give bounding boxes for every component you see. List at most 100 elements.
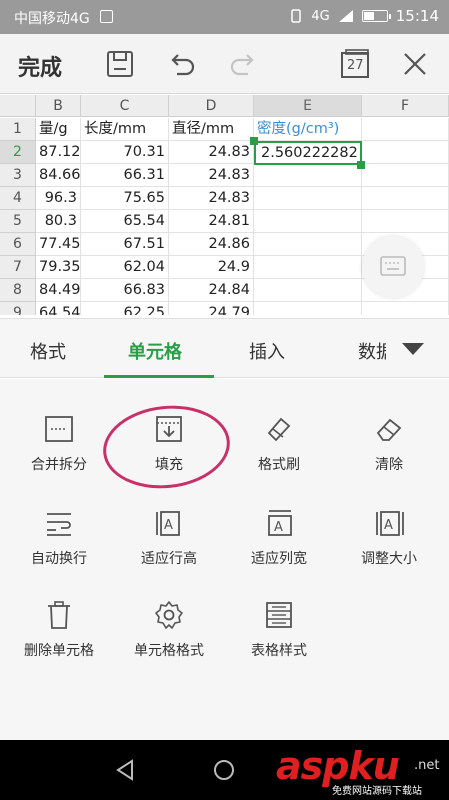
delete-cell-label: 删除单元格 (24, 643, 94, 659)
corner-header[interactable] (0, 95, 36, 117)
sheet-cell-b6[interactable]: 77.45 (36, 233, 81, 256)
tab-data[interactable]: 数据 (358, 338, 386, 364)
sheet-cell-b5[interactable]: 80.3 (36, 210, 81, 233)
sheet-cell-c8[interactable]: 66.83 (81, 279, 169, 302)
column-header-c[interactable]: C (81, 95, 169, 117)
sheet-cell-b3[interactable]: 84.66 (36, 164, 81, 187)
sheet-cell-b1[interactable]: 量/g (36, 118, 81, 141)
resize-button[interactable]: A 调整大小 (334, 507, 444, 587)
svg-text:A: A (164, 518, 173, 533)
sheet-cell-d3[interactable]: 24.83 (169, 164, 254, 187)
sheet-cell-b8[interactable]: 84.49 (36, 279, 81, 302)
sheet-cell-f4[interactable] (362, 187, 449, 210)
undo-icon[interactable] (165, 47, 199, 81)
sheet-cell-c5[interactable]: 65.54 (81, 210, 169, 233)
column-header-e[interactable]: E (254, 95, 362, 117)
row-header[interactable]: 6 (0, 233, 36, 256)
tab-format[interactable]: 格式 (30, 338, 66, 364)
clear-button[interactable]: 清除 (334, 413, 444, 493)
sheet-cell-d9[interactable]: 24.79 (169, 302, 254, 315)
sheet-cell-e9[interactable] (254, 302, 362, 315)
carrier-label: 中国移动4G (14, 11, 90, 27)
row-header[interactable]: 4 (0, 187, 36, 210)
selection-handle-bottom[interactable] (357, 161, 365, 169)
fit-row-height-button[interactable]: A 适应行高 (114, 507, 224, 587)
tab-insert[interactable]: 插入 (249, 338, 285, 364)
sheet-cell-d5[interactable]: 24.81 (169, 210, 254, 233)
selection-handle-top[interactable] (250, 137, 258, 145)
floating-keyboard-button[interactable] (362, 236, 424, 298)
sheet-cell-c9[interactable]: 62.25 (81, 302, 169, 315)
battery-icon (361, 10, 391, 22)
cell-format-button[interactable]: 单元格格式 (114, 599, 224, 679)
resize-icon: A (376, 511, 404, 536)
chevron-down-icon[interactable] (402, 343, 424, 355)
sheet-cell-c4[interactable]: 75.65 (81, 187, 169, 210)
shake-icon (291, 9, 302, 23)
sheet-cell-c3[interactable]: 66.31 (81, 164, 169, 187)
wrap-text-icon (47, 513, 71, 536)
sheet-cell-b4[interactable]: 96.3 (36, 187, 81, 210)
row-header[interactable]: 1 (0, 118, 36, 141)
row-header[interactable]: 8 (0, 279, 36, 302)
sheet-cell-b2[interactable]: 87.12 (36, 141, 81, 164)
sheet-cell-c1[interactable]: 长度/mm (81, 118, 169, 141)
sheet-cell-e1[interactable]: 密度(g/cm³) (254, 118, 362, 141)
sheet-cell-c2[interactable]: 70.31 (81, 141, 169, 164)
gallery-notification-icon (100, 10, 113, 23)
sheet-cell-e3[interactable] (254, 164, 362, 187)
row-header[interactable]: 9 (0, 302, 36, 315)
done-button[interactable]: 完成 (18, 50, 62, 82)
sheet-cell-d6[interactable]: 24.86 (169, 233, 254, 256)
row-header[interactable]: 7 (0, 256, 36, 279)
sheet-cell-f1[interactable] (362, 118, 449, 141)
selected-cell-e2[interactable]: 2.560222282 (254, 141, 362, 165)
table-style-button[interactable]: 表格样式 (224, 599, 334, 679)
redo-icon[interactable] (226, 47, 260, 81)
sheet-cell-e5[interactable] (254, 210, 362, 233)
sheet-cell-e6[interactable] (254, 233, 362, 256)
sheet-cell-f9[interactable] (362, 302, 449, 315)
delete-cell-button[interactable]: 删除单元格 (4, 599, 114, 679)
sheet-cell-d4[interactable]: 24.83 (169, 187, 254, 210)
paintbrush-icon (267, 417, 291, 442)
merge-cells-icon (45, 416, 73, 442)
row-height-icon: A (156, 511, 180, 536)
tab-cell[interactable]: 单元格 (128, 338, 182, 364)
sheet-cell-d2[interactable]: 24.83 (169, 141, 254, 164)
sheet-cell-e7[interactable] (254, 256, 362, 279)
merge-split-button[interactable]: 合并拆分 (4, 413, 114, 493)
auto-wrap-button[interactable]: 自动换行 (4, 507, 114, 587)
sheet-cell-d8[interactable]: 24.84 (169, 279, 254, 302)
back-icon[interactable] (113, 758, 137, 782)
column-header-f[interactable]: F (362, 95, 449, 117)
sheet-cell-b7[interactable]: 79.35 (36, 256, 81, 279)
trash-icon (48, 601, 70, 629)
column-header-d[interactable]: D (169, 95, 254, 117)
sheet-cell-d1[interactable]: 直径/mm (169, 118, 254, 141)
sheet-cell-f2[interactable] (362, 141, 449, 164)
sheet-cell-d7[interactable]: 24.9 (169, 256, 254, 279)
sheet-cell-f5[interactable] (362, 210, 449, 233)
home-icon[interactable] (212, 758, 236, 782)
sheet-cell-c7[interactable]: 62.04 (81, 256, 169, 279)
row-header[interactable]: 3 (0, 164, 36, 187)
sheet-cell-b9[interactable]: 64.54 (36, 302, 81, 315)
calendar-icon[interactable]: 27 (339, 48, 371, 80)
column-header-b[interactable]: B (36, 95, 81, 117)
fit-column-width-button[interactable]: A 适应列宽 (224, 507, 334, 587)
row-header[interactable]: 5 (0, 210, 36, 233)
row-header[interactable]: 2 (0, 141, 36, 164)
sheet-cell-e4[interactable] (254, 187, 362, 210)
format-painter-button[interactable]: 格式刷 (224, 413, 334, 493)
close-icon[interactable] (398, 47, 432, 81)
sheet-cell-f3[interactable] (362, 164, 449, 187)
svg-text:A: A (384, 518, 393, 533)
save-icon[interactable] (103, 47, 137, 81)
calendar-day-label: 27 (347, 58, 364, 73)
gear-icon (155, 601, 183, 629)
watermark: aspku .net 免费网站源码下载站 (276, 744, 446, 798)
sheet-cell-c6[interactable]: 67.51 (81, 233, 169, 256)
spreadsheet-grid[interactable]: B C D E F 1 量/g 长度/mm 直径/mm 密度(g/cm³) 2 87.12 7… (0, 95, 449, 315)
sheet-cell-e8[interactable] (254, 279, 362, 302)
